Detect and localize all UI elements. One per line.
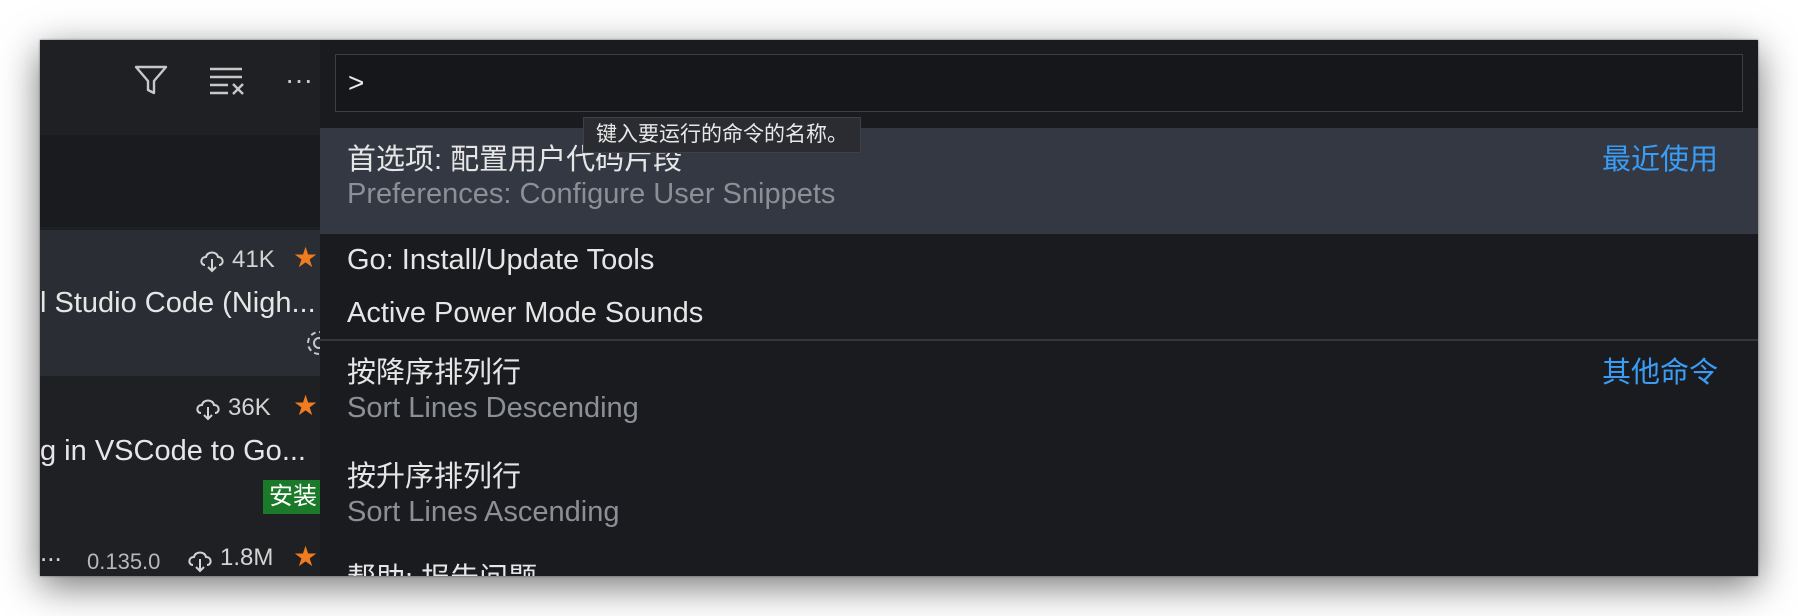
command-label: 按升序排列行 bbox=[347, 461, 522, 493]
command-label: 帮助: 报告问题 bbox=[347, 555, 537, 576]
command-label: 按降序排列行 bbox=[347, 357, 522, 389]
command-item[interactable]: 按升序排列行 Sort Lines Ascending bbox=[320, 445, 1758, 549]
extension-name: l Studio Code (Nigh... bbox=[40, 287, 316, 319]
extension-version: 0.135.0 bbox=[87, 549, 161, 574]
command-palette: > 键入要运行的命令的名称。 首选项: 配置用户代码片段 Preferences… bbox=[320, 40, 1758, 576]
command-item[interactable]: 按降序排列行 Sort Lines Descending 其他命令 bbox=[320, 341, 1758, 445]
command-label: Go: Install/Update Tools bbox=[347, 244, 655, 276]
recently-used-label: 最近使用 bbox=[1601, 144, 1718, 176]
extensions-toolbar: ··· bbox=[40, 40, 340, 135]
command-label: Active Power Mode Sounds bbox=[347, 297, 704, 329]
command-detail: Preferences: Configure User Snippets bbox=[347, 178, 836, 210]
filter-icon[interactable] bbox=[132, 62, 170, 98]
rating-star-icon: ★ bbox=[293, 390, 319, 421]
command-input[interactable]: > bbox=[335, 54, 1743, 112]
vscode-window: ··· 41K ★ l Studio Code (Nigh... 36K ★ g… bbox=[40, 40, 1758, 576]
download-count: 41K bbox=[232, 246, 275, 273]
download-icon bbox=[194, 396, 222, 427]
rating-star-icon: ★ bbox=[293, 242, 319, 273]
download-icon bbox=[186, 548, 214, 576]
extensions-header-band bbox=[40, 135, 340, 227]
extensions-panel: ··· 41K ★ l Studio Code (Nigh... 36K ★ g… bbox=[40, 40, 340, 576]
command-detail: Sort Lines Descending bbox=[347, 392, 639, 424]
other-commands-label: 其他命令 bbox=[1601, 357, 1718, 389]
download-count: 36K bbox=[228, 394, 271, 421]
download-icon bbox=[198, 248, 226, 279]
command-item[interactable]: 帮助: 报告问题 bbox=[320, 549, 1758, 576]
rating-star-icon: ★ bbox=[293, 541, 319, 572]
download-count: 1.8M bbox=[220, 544, 274, 571]
command-detail: Sort Lines Ascending bbox=[347, 496, 620, 528]
clear-list-icon[interactable] bbox=[208, 62, 248, 98]
input-hint-tooltip: 键入要运行的命令的名称。 bbox=[583, 117, 861, 153]
extension-name: g in VSCode to Go... bbox=[40, 435, 306, 467]
command-item[interactable]: 首选项: 配置用户代码片段 Preferences: Configure Use… bbox=[320, 128, 1758, 234]
command-item[interactable]: Go: Install/Update Tools bbox=[320, 234, 1758, 287]
extension-name-truncated: ... bbox=[40, 537, 62, 567]
command-item[interactable]: Active Power Mode Sounds bbox=[320, 287, 1758, 339]
more-actions-icon[interactable]: ··· bbox=[285, 62, 313, 98]
